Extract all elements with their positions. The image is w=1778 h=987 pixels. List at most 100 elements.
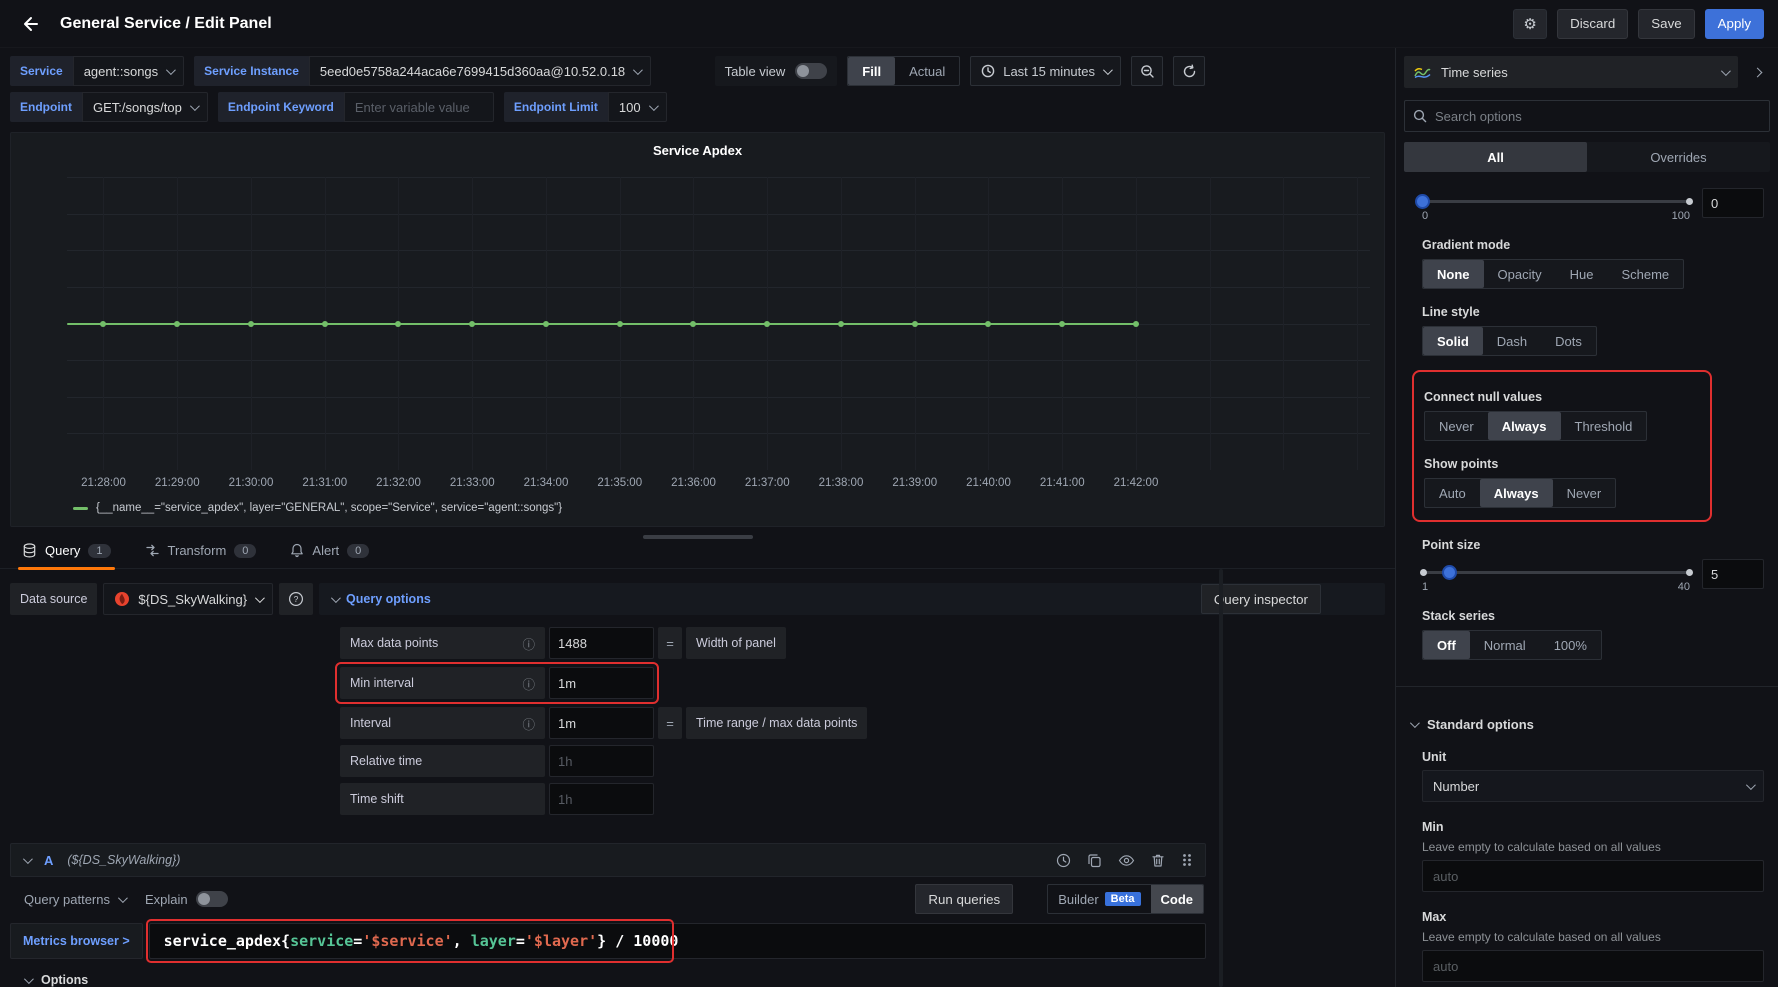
- max-data-points-input[interactable]: [549, 627, 654, 659]
- time-shift-input[interactable]: [549, 783, 654, 815]
- segment-option[interactable]: Opacity: [1484, 260, 1556, 288]
- run-queries-button[interactable]: Run queries: [915, 884, 1013, 914]
- datasource-picker[interactable]: ${DS_SkyWalking}: [103, 583, 273, 615]
- refresh-icon: [1182, 64, 1197, 79]
- fill-opacity-slider[interactable]: 0 100: [1422, 188, 1690, 222]
- segment-option[interactable]: Dash: [1483, 327, 1541, 355]
- code-option[interactable]: Code: [1151, 885, 1204, 913]
- segment-option[interactable]: None: [1423, 260, 1484, 288]
- point-size-slider[interactable]: 1 40: [1422, 559, 1690, 593]
- tab-query-label: Query: [45, 543, 80, 558]
- time-range-picker[interactable]: Last 15 minutes: [970, 56, 1121, 86]
- x-axis-tick-label: 21:31:00: [302, 477, 347, 489]
- editor-scrollbar[interactable]: [1219, 569, 1223, 987]
- endpoint-limit-dropdown[interactable]: 100: [608, 92, 667, 122]
- legend-series-label[interactable]: {__name__="service_apdex", layer="GENERA…: [96, 502, 562, 514]
- info-icon: ⓘ: [522, 634, 535, 653]
- segment-option[interactable]: Never: [1553, 479, 1616, 507]
- disable-query-eye-icon[interactable]: [1118, 853, 1135, 868]
- promql-query-input[interactable]: service_apdex{service='$service', layer=…: [149, 923, 1206, 959]
- query-patterns-dropdown[interactable]: Query patterns: [24, 892, 125, 907]
- search-options-input[interactable]: [1435, 109, 1761, 124]
- apply-button[interactable]: Apply: [1705, 9, 1764, 39]
- builder-option[interactable]: Builder Beta: [1048, 885, 1150, 913]
- fill-opacity-value-input[interactable]: [1702, 188, 1764, 218]
- standard-options-section-header[interactable]: Standard options: [1410, 717, 1764, 732]
- segment-option[interactable]: Off: [1423, 631, 1470, 659]
- service-variable-dropdown[interactable]: agent::songs: [73, 56, 184, 86]
- query-history-icon[interactable]: [1056, 853, 1071, 868]
- time-shift-row: Time shift: [340, 783, 1385, 815]
- collapse-sidebar-button[interactable]: [1744, 56, 1770, 88]
- query-token: '$layer': [525, 932, 597, 950]
- segment-option[interactable]: Threshold: [1561, 412, 1647, 440]
- save-button[interactable]: Save: [1638, 9, 1694, 39]
- point-size-value-input[interactable]: [1702, 559, 1764, 589]
- segment-option[interactable]: Auto: [1425, 479, 1480, 507]
- tab-query[interactable]: Query 1: [18, 543, 115, 568]
- duplicate-query-icon[interactable]: [1087, 853, 1102, 868]
- slider-min-label: 1: [1422, 581, 1428, 593]
- explain-label: Explain: [145, 892, 188, 907]
- x-axis-tick-label: 21:30:00: [229, 477, 274, 489]
- refresh-button[interactable]: [1173, 56, 1205, 86]
- segment-option[interactable]: Always: [1480, 479, 1553, 507]
- tab-overrides[interactable]: Overrides: [1587, 142, 1770, 172]
- gradient-mode-group: NoneOpacityHueScheme: [1422, 259, 1684, 289]
- fill-actual-switch: Fill Actual: [847, 56, 960, 86]
- query-options-header[interactable]: Query options Query inspector: [319, 583, 1385, 615]
- slider-handle[interactable]: [1415, 194, 1430, 209]
- max-input[interactable]: [1422, 950, 1764, 982]
- back-arrow-icon[interactable]: [14, 8, 46, 40]
- line-style-group: SolidDashDots: [1422, 326, 1597, 356]
- time-shift-label: Time shift: [340, 783, 545, 815]
- slider-min-label: 0: [1422, 210, 1428, 222]
- segment-option[interactable]: 100%: [1540, 631, 1601, 659]
- interval-input[interactable]: [549, 707, 654, 739]
- segment-option[interactable]: Solid: [1423, 327, 1483, 355]
- datasource-help-button[interactable]: ?: [279, 583, 313, 615]
- tab-transform[interactable]: Transform 0: [141, 543, 261, 568]
- endpoint-keyword-input[interactable]: [344, 92, 494, 122]
- relative-time-input[interactable]: [549, 745, 654, 777]
- variables-row-1: Service agent::songs Service Instance 5e…: [0, 56, 1395, 86]
- segment-option[interactable]: Always: [1488, 412, 1561, 440]
- endpoint-variable-dropdown[interactable]: GET:/songs/top: [82, 92, 208, 122]
- min-input[interactable]: [1422, 860, 1764, 892]
- min-interval-row: Min interval ⓘ: [340, 667, 654, 699]
- segment-option[interactable]: Never: [1425, 412, 1488, 440]
- visualization-picker[interactable]: Time series: [1404, 56, 1738, 88]
- table-view-toggle[interactable]: [795, 63, 827, 79]
- unit-select[interactable]: Number: [1422, 770, 1764, 802]
- max-label: Max: [1422, 910, 1764, 924]
- panel-resize-handle[interactable]: [643, 535, 753, 539]
- actual-option[interactable]: Actual: [895, 57, 959, 85]
- service-instance-variable-dropdown[interactable]: 5eed0e5758a244aca6e7699415d360aa@10.52.0…: [309, 56, 651, 86]
- grid-line-vertical: [1210, 177, 1211, 470]
- metrics-browser-button[interactable]: Metrics browser >: [10, 923, 143, 959]
- equals-sign: =: [658, 707, 682, 739]
- panel-settings-gear-icon[interactable]: ⚙: [1513, 9, 1547, 39]
- unit-value: Number: [1433, 779, 1479, 794]
- segment-option[interactable]: Dots: [1541, 327, 1596, 355]
- segment-option[interactable]: Normal: [1470, 631, 1540, 659]
- tab-alert[interactable]: Alert 0: [286, 543, 373, 568]
- query-a-header-row[interactable]: A (${DS_SkyWalking}): [10, 843, 1206, 877]
- fill-option[interactable]: Fill: [848, 57, 895, 85]
- discard-button[interactable]: Discard: [1557, 9, 1628, 39]
- query-toolbar: Query patterns Explain Run queries Build…: [10, 877, 1206, 921]
- segment-option[interactable]: Scheme: [1607, 260, 1683, 288]
- slider-handle[interactable]: [1442, 565, 1457, 580]
- collapse-chevron-icon[interactable]: [23, 854, 33, 864]
- delete-query-trash-icon[interactable]: [1151, 853, 1165, 868]
- tab-all[interactable]: All: [1404, 142, 1587, 172]
- options-list: 0 100 Gradient mode NoneOpacityHueScheme…: [1396, 172, 1778, 987]
- chart-plot-area[interactable]: 2.001.751.501.251.000.750.500.250.00: [67, 177, 1370, 470]
- drag-handle-icon[interactable]: [1181, 853, 1193, 867]
- explain-toggle[interactable]: [196, 891, 228, 907]
- segment-option[interactable]: Hue: [1556, 260, 1608, 288]
- option-label-text: Interval: [350, 716, 391, 730]
- min-interval-input[interactable]: [549, 667, 654, 699]
- query-options-collapsible[interactable]: Options: [24, 973, 1206, 987]
- zoom-out-time-range-button[interactable]: [1131, 56, 1163, 86]
